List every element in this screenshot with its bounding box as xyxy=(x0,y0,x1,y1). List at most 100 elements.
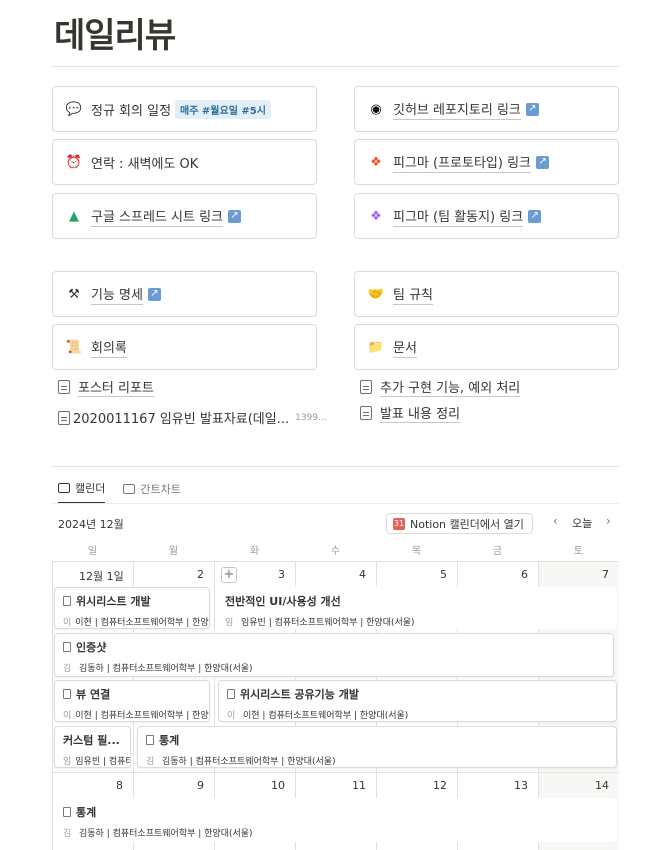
calendar-event[interactable]: 전반적인 UI/사용성 개선 임 임유빈 | 컴퓨터소프트웨어학부 | 한양대(서… xyxy=(216,587,617,629)
google-drive-icon: ▲ xyxy=(69,208,79,224)
day-number: 13 xyxy=(514,779,528,792)
weekday-label: 화 xyxy=(249,546,260,557)
card-label: 문서 xyxy=(393,337,417,358)
calendar-event[interactable]: 위시리스트 개발 이이현 | 컴퓨터소프트웨어학부 | 한양대(서울) xyxy=(54,587,210,629)
page-link-presentation-notes[interactable]: 발표 내용 정리 xyxy=(360,403,461,423)
google-sheet-link-card[interactable]: ▲ 구글 스프레드 시트 링크 ↗ xyxy=(52,193,317,239)
prev-month-button[interactable]: ‹ xyxy=(553,514,558,528)
page-link-extra-features[interactable]: 추가 구현 기능, 예외 처리 xyxy=(360,377,521,397)
day-number: 8 xyxy=(116,779,123,792)
card-label: 팀 규칙 xyxy=(393,284,434,305)
day-number: 9 xyxy=(197,779,204,792)
team-rules-card[interactable]: 🤝 팀 규칙 xyxy=(354,271,619,317)
folder-icon: 📁 xyxy=(367,339,385,355)
page-icon xyxy=(58,380,70,394)
page-link-label: 포스터 리포트 xyxy=(78,377,154,397)
view-tabs: 캘린더 간트차트 xyxy=(58,480,181,504)
next-month-button[interactable]: › xyxy=(606,514,611,528)
external-link-icon: ↗ xyxy=(536,155,550,169)
divider xyxy=(52,66,619,67)
event-person: 이현 | 컴퓨터소프트웨어학부 | 한양대(서울) xyxy=(75,618,209,628)
today-button[interactable]: 오늘 xyxy=(572,515,592,531)
meeting-schedule-card[interactable]: 💬 정규 회의 일정 매주 #월요일 #5시 xyxy=(52,86,317,132)
card-label: 구글 스프레드 시트 링크 xyxy=(91,206,223,227)
page-link-label: 발표 내용 정리 xyxy=(380,403,461,423)
calendar-icon xyxy=(58,483,70,493)
button-label: Notion 캘린더에서 열기 xyxy=(410,517,524,531)
add-event-button[interactable]: + xyxy=(221,567,237,583)
day-number: 5 xyxy=(440,568,447,581)
event-title: 통계 xyxy=(76,806,97,819)
avatar: 이 xyxy=(63,618,72,628)
external-link-icon: ↗ xyxy=(525,102,539,116)
card-label: 기능 명세 xyxy=(91,284,143,305)
calendar-event[interactable]: 통계 김 김동하 | 컴퓨터소프트웨어학부 | 한양대(서울) xyxy=(54,798,617,842)
calendar-event[interactable]: 통계 김 김동하 | 컴퓨터소프트웨어학부 | 한양대(서울) xyxy=(137,726,617,768)
event-title: 통계 xyxy=(159,734,180,747)
event-title: 인증샷 xyxy=(76,641,107,654)
day-number: 12 xyxy=(433,779,447,792)
event-person: 김동하 | 컴퓨터소프트웨어학부 | 한양대(서울) xyxy=(79,829,253,839)
weekday-label: 금 xyxy=(492,546,503,557)
weekday-label: 목 xyxy=(411,546,422,557)
page-icon xyxy=(146,735,154,745)
documents-card[interactable]: 📁 문서 xyxy=(354,324,619,370)
avatar: 이 xyxy=(227,711,236,721)
event-person: 이현 | 컴퓨터소프트웨어학부 | 한양대(서울) xyxy=(75,711,209,721)
day-number: 4 xyxy=(359,568,366,581)
tab-calendar[interactable]: 캘린더 xyxy=(58,480,106,504)
day-number: 14 xyxy=(595,779,609,792)
page-icon xyxy=(360,406,372,420)
day-number: 10 xyxy=(271,779,285,792)
calendar-event[interactable]: 뷰 연결 이이현 | 컴퓨터소프트웨어학부 | 한양대(서울) xyxy=(54,680,210,722)
calendar-event[interactable]: 커스텀 필... 임임유빈 | 컴퓨터소프트웨어학부 | 한양대(서울) xyxy=(54,726,131,768)
day-number: 11 xyxy=(352,779,366,792)
event-title: 위시리스트 개발 xyxy=(76,595,151,608)
card-label: 피그마 (프로토타입) 링크 xyxy=(393,152,532,173)
open-in-notion-calendar-button[interactable]: 31 Notion 캘린더에서 열기 xyxy=(386,513,533,534)
event-person: 임유빈 | 컴퓨터소프트웨어학부 | 한양대(서울) xyxy=(241,618,415,628)
github-link-card[interactable]: ◉ 깃허브 레포지토리 링크 ↗ xyxy=(354,86,619,132)
calendar-event[interactable]: 위시리스트 공유기능 개발 이 이현 | 컴퓨터소프트웨어학부 | 한양대(서울) xyxy=(218,680,617,722)
avatar: 임 xyxy=(63,757,72,767)
card-label: 회의록 xyxy=(91,337,127,358)
tab-label: 캘린더 xyxy=(75,482,106,495)
divider xyxy=(52,466,619,467)
card-label: 깃허브 레포지토리 링크 xyxy=(393,99,521,120)
figma-prototype-link-card[interactable]: ❖ 피그마 (프로토타입) 링크 ↗ xyxy=(354,139,619,185)
calendar-event[interactable]: 인증샷 김 김동하 | 컴퓨터소프트웨어학부 | 한양대(서울) xyxy=(54,633,614,677)
avatar: 김 xyxy=(63,829,72,839)
meeting-notes-card[interactable]: 📜 회의록 xyxy=(52,324,317,370)
page-icon xyxy=(63,596,71,606)
github-icon: ◉ xyxy=(370,101,382,117)
event-title: 전반적인 UI/사용성 개선 xyxy=(225,595,341,608)
page-link-presentation-file[interactable]: 2020011167 임유빈 발표자료(데일... 1399... xyxy=(58,408,327,427)
tab-label: 간트차트 xyxy=(140,483,181,496)
figma-team-link-card[interactable]: ❖ 피그마 (팀 활동지) 링크 ↗ xyxy=(354,193,619,239)
external-link-icon: ↗ xyxy=(528,209,542,223)
page-link-poster-report[interactable]: 포스터 리포트 xyxy=(58,377,154,397)
event-title: 위시리스트 공유기능 개발 xyxy=(240,688,359,701)
page-link-label: 추가 구현 기능, 예외 처리 xyxy=(380,377,521,397)
page-icon xyxy=(227,689,235,699)
scroll-icon: 📜 xyxy=(65,339,83,355)
figma-icon: ❖ xyxy=(370,208,382,224)
day-number: 7 xyxy=(602,568,609,581)
day-number: 3 xyxy=(278,568,285,581)
card-label: 정규 회의 일정 xyxy=(91,103,172,119)
contact-card[interactable]: ⏰ 연락 : 새벽에도 OK xyxy=(52,139,317,185)
page-link-label: 2020011167 임유빈 발표자료(데일... xyxy=(73,412,290,427)
feature-spec-card[interactable]: ⚒ 기능 명세 ↗ xyxy=(52,271,317,317)
page-icon xyxy=(63,689,71,699)
file-icon xyxy=(58,410,70,425)
weekday-label: 토 xyxy=(573,546,584,557)
event-person: 임유빈 | 컴퓨터소프트웨어학부 | 한양대(서울) xyxy=(75,757,130,767)
external-link-icon: ↗ xyxy=(228,209,241,223)
file-size: 1399... xyxy=(295,412,327,423)
calendar-month: 2024년 12월 xyxy=(58,518,124,531)
external-link-icon: ↗ xyxy=(147,287,161,301)
tab-gantt[interactable]: 간트차트 xyxy=(123,480,181,504)
event-person: 김동하 | 컴퓨터소프트웨어학부 | 한양대(서울) xyxy=(162,757,336,767)
weekday-label: 수 xyxy=(330,546,341,557)
avatar: 이 xyxy=(63,711,72,721)
